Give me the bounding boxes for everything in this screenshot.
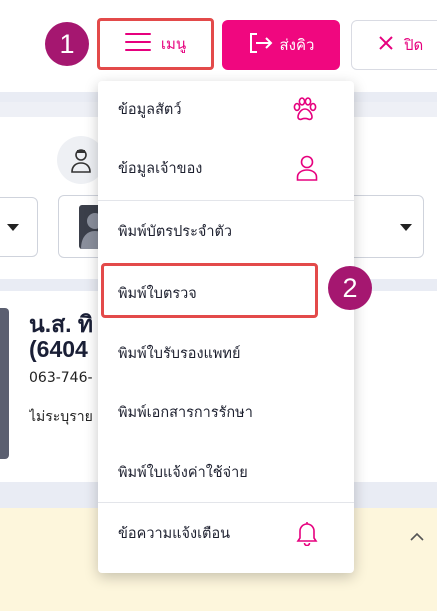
send-queue-button[interactable]: ส่งคิว bbox=[222, 20, 340, 70]
menu-item-label: พิมพ์ใบรับรองแพทย์ bbox=[118, 345, 241, 362]
menu-item-notifications[interactable]: ข้อความแจ้งเตือน bbox=[98, 505, 354, 561]
menu-button[interactable]: เมนู bbox=[97, 18, 214, 70]
menu-item-label: ข้อความแจ้งเตือน bbox=[118, 525, 231, 542]
menu-divider bbox=[98, 200, 354, 201]
menu-item-label: พิมพ์บัตรประจำตัว bbox=[118, 223, 233, 240]
menu-item-print-invoice[interactable]: พิมพ์ใบแจ้งค่าใช้จ่าย bbox=[98, 444, 354, 500]
select-left[interactable] bbox=[0, 197, 38, 257]
close-icon bbox=[378, 35, 394, 55]
step-badge-2: 2 bbox=[328, 266, 372, 310]
menu-dropdown: ข้อมูลสัตว์ ข้อมูลเจ้าของ พิมพ์บัตรประจำ… bbox=[98, 81, 354, 573]
step-badge-1: 1 bbox=[45, 22, 89, 66]
close-button[interactable]: ปิด bbox=[351, 20, 437, 70]
menu-item-label: พิมพ์ใบแจ้งค่าใช้จ่าย bbox=[118, 464, 248, 481]
menu-item-print-medical-certificate[interactable]: พิมพ์ใบรับรองแพทย์ bbox=[98, 325, 354, 381]
close-label: ปิด bbox=[404, 36, 424, 54]
menu-item-pet-info[interactable]: ข้อมูลสัตว์ bbox=[98, 81, 354, 137]
menu-item-label: พิมพ์เอกสารการรักษา bbox=[118, 404, 253, 421]
patient-phone: 063-746- bbox=[29, 370, 93, 386]
person-icon bbox=[296, 155, 318, 181]
patient-note: ไม่ระบุราย bbox=[29, 409, 93, 425]
hamburger-icon bbox=[124, 32, 151, 56]
caret-down-icon bbox=[7, 224, 19, 231]
menu-item-label: ข้อมูลสัตว์ bbox=[118, 101, 182, 118]
menu-divider bbox=[98, 502, 354, 503]
caret-down-icon bbox=[400, 224, 412, 231]
chevron-up-icon[interactable] bbox=[410, 532, 424, 542]
paw-icon bbox=[292, 97, 318, 121]
patient-accent-bar bbox=[0, 308, 9, 459]
exit-arrow-icon bbox=[248, 32, 274, 58]
bell-icon bbox=[296, 520, 318, 546]
menu-item-owner-info[interactable]: ข้อมูลเจ้าของ bbox=[98, 140, 354, 196]
menu-item-print-id-card[interactable]: พิมพ์บัตรประจำตัว bbox=[98, 203, 354, 259]
menu-button-label: เมนู bbox=[160, 35, 187, 53]
highlight-box bbox=[101, 263, 318, 318]
menu-item-label: ข้อมูลเจ้าของ bbox=[118, 160, 203, 177]
menu-item-print-treatment-docs[interactable]: พิมพ์เอกสารการรักษา bbox=[98, 384, 354, 440]
send-queue-label: ส่งคิว bbox=[279, 36, 315, 54]
patient-name: น.ส. ทิ (6404 bbox=[29, 312, 94, 362]
